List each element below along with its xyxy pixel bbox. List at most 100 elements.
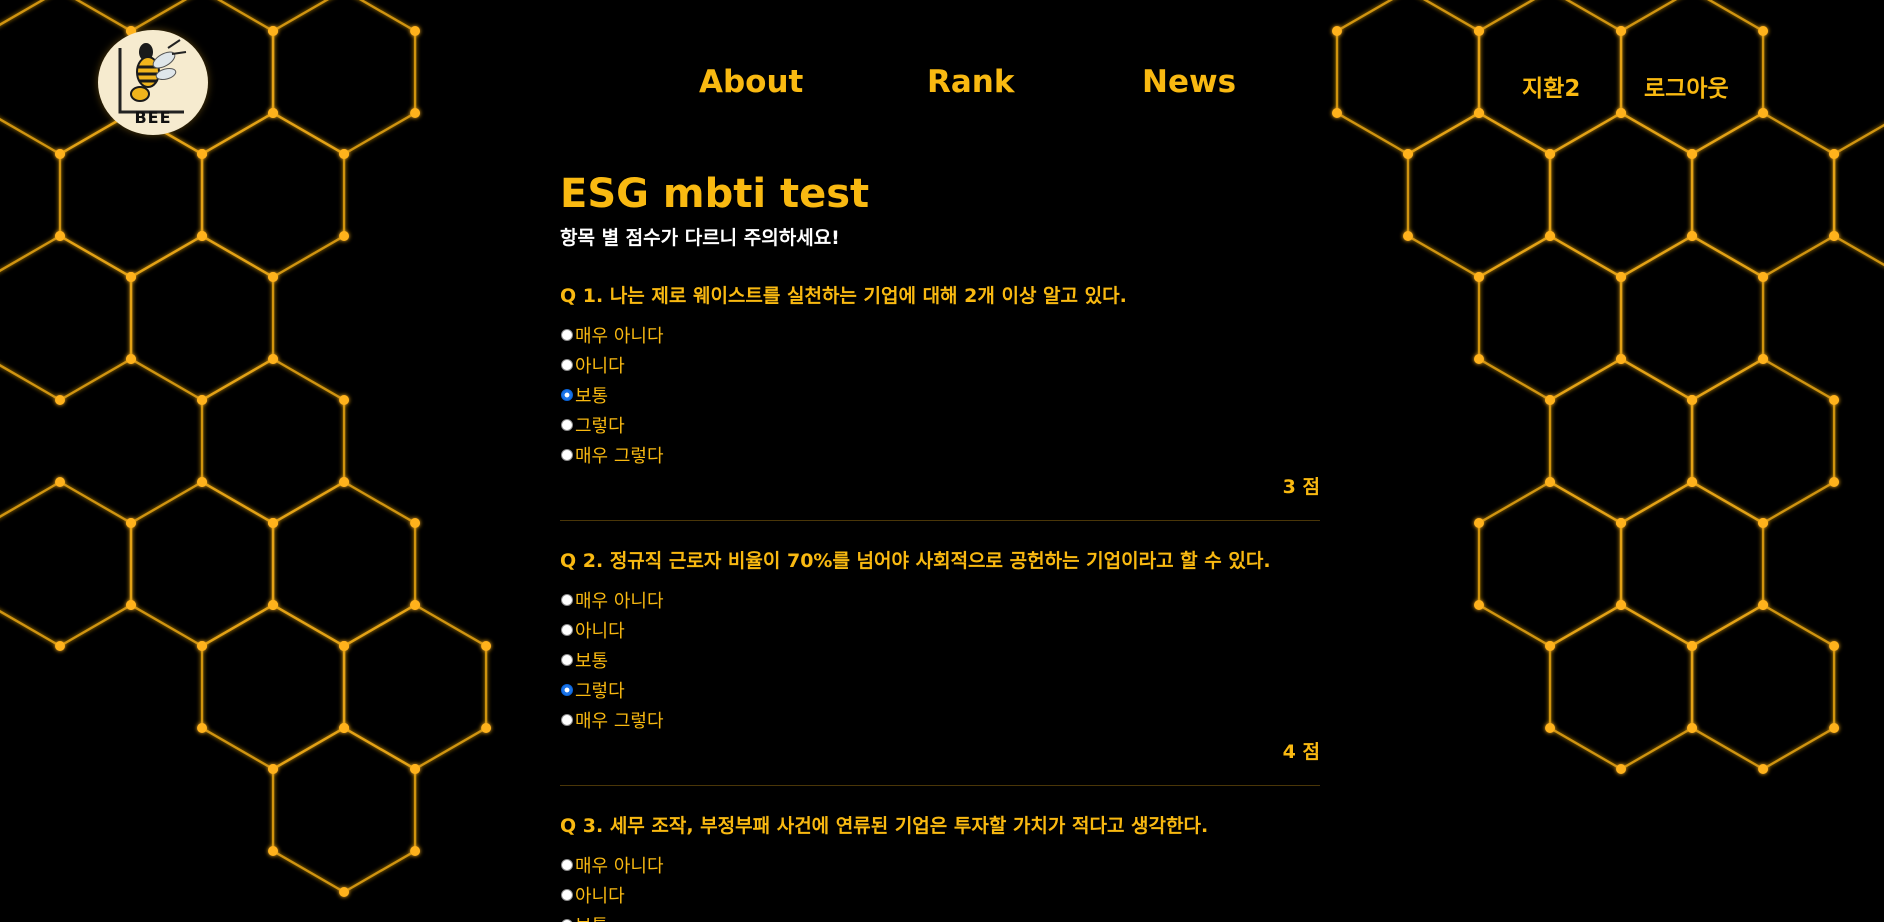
honeycomb-node (339, 477, 350, 487)
radio-button[interactable] (561, 654, 573, 666)
radio-button[interactable] (561, 449, 573, 461)
honeycomb-node (481, 723, 492, 733)
answer-option-label: 매우 아니다 (575, 591, 664, 612)
honeycomb-node (1616, 764, 1627, 774)
honeycomb-node (55, 477, 65, 487)
honeycomb-cell (1619, 234, 1765, 402)
honeycomb-node (1616, 108, 1627, 118)
honeycomb-node (268, 846, 279, 856)
honeycomb-node (1687, 477, 1698, 487)
honeycomb-cell (1477, 480, 1623, 648)
honeycomb-node (1758, 108, 1769, 118)
answer-option[interactable]: 매우 아니다 (560, 850, 1320, 880)
answer-option[interactable]: 보통 (560, 645, 1320, 675)
honeycomb-node (1616, 272, 1627, 282)
honeycomb-node (1829, 149, 1840, 159)
radio-button[interactable] (561, 889, 573, 901)
honeycomb-cell (271, 480, 417, 648)
honeycomb-node (126, 600, 137, 610)
honeycomb-node (1331, 108, 1342, 118)
honeycomb-node (410, 600, 421, 610)
nav-news-link[interactable]: News (1142, 64, 1236, 100)
honeycomb-node (1616, 26, 1627, 36)
answer-option[interactable]: 매우 그렇다 (560, 705, 1320, 735)
honeycomb-node (126, 354, 137, 364)
answer-option[interactable]: 매우 아니다 (560, 320, 1320, 350)
radio-button[interactable] (561, 359, 573, 371)
answer-option-label: 매우 아니다 (575, 856, 664, 877)
answer-option[interactable]: 아니다 (560, 880, 1320, 910)
answer-option-label: 아니다 (575, 356, 625, 377)
honeycomb-node (1758, 518, 1769, 528)
page-subtitle: 항목 별 점수가 다르니 주의하세요! (560, 227, 840, 249)
test-form: ESG mbti test 항목 별 점수가 다르니 주의하세요! Q 1. 나… (560, 166, 1320, 922)
answer-option[interactable]: 그렇다 (560, 675, 1320, 705)
honeycomb-node (1474, 354, 1485, 364)
site-logo[interactable]: BEE (98, 30, 208, 135)
honeycomb-node (268, 272, 279, 282)
honeycomb-node (1829, 477, 1840, 487)
radio-button[interactable] (561, 594, 573, 606)
nav-rank-link[interactable]: Rank (927, 64, 1014, 100)
radio-button[interactable] (561, 714, 573, 726)
user-profile-link[interactable]: 지환2 (1522, 69, 1580, 103)
answer-option-label: 매우 아니다 (575, 326, 664, 347)
honeycomb-node (1687, 149, 1698, 159)
radio-button[interactable] (561, 859, 573, 871)
honeycomb-cell (271, 726, 417, 894)
honeycomb-node (1545, 723, 1556, 733)
honeycomb-node (1331, 26, 1342, 36)
honeycomb-node (197, 149, 208, 159)
radio-button[interactable] (561, 419, 573, 431)
question-score: 3 점 (1282, 476, 1320, 498)
honeycomb-node (1474, 272, 1485, 282)
honeycomb-node (197, 723, 208, 733)
answer-option[interactable]: 매우 그렇다 (560, 440, 1320, 470)
honeycomb-cell (1548, 603, 1694, 771)
answer-option[interactable]: 매우 아니다 (560, 585, 1320, 615)
honeycomb-cell (200, 357, 346, 525)
honeycomb-node (1545, 477, 1556, 487)
honeycomb-node (1758, 272, 1769, 282)
answer-option[interactable]: 아니다 (560, 615, 1320, 645)
honeycomb-cell (200, 603, 346, 771)
honeycomb-cell (1690, 357, 1836, 525)
radio-button[interactable] (561, 329, 573, 341)
honeycomb-cell (1406, 111, 1552, 279)
honeycomb-node (1474, 26, 1485, 36)
honeycomb-node (339, 395, 350, 405)
honeycomb-node (1829, 641, 1840, 651)
honeycomb-node (1616, 518, 1627, 528)
honeycomb-cell (0, 234, 133, 402)
honeycomb-node (268, 518, 279, 528)
radio-button-checked[interactable] (561, 684, 573, 696)
radio-button-checked[interactable] (561, 389, 573, 401)
honeycomb-node (410, 26, 421, 36)
radio-button[interactable] (561, 624, 573, 636)
honeycomb-node (268, 26, 279, 36)
logout-link[interactable]: 로그아웃 (1644, 69, 1729, 103)
honeycomb-node (339, 887, 350, 897)
honeycomb-cell (1690, 603, 1836, 771)
honeycomb-cell (129, 480, 275, 648)
honeycomb-node (197, 231, 208, 241)
answer-option[interactable]: 그렇다 (560, 410, 1320, 440)
honeycomb-node (1616, 354, 1627, 364)
honeycomb-node (1829, 395, 1840, 405)
honeycomb-node (197, 641, 208, 651)
answer-option-label: 아니다 (575, 886, 625, 907)
question-block: Q 1. 나는 제로 웨이스트를 실천하는 기업에 대해 2개 이상 알고 있다… (560, 282, 1320, 521)
honeycomb-cell (1548, 111, 1694, 279)
answer-option[interactable]: 보통 (560, 910, 1320, 922)
nav-about-link[interactable]: About (699, 64, 803, 100)
honeycomb-node (1687, 641, 1698, 651)
honeycomb-node (1474, 600, 1485, 610)
answer-option[interactable]: 아니다 (560, 350, 1320, 380)
honeycomb-node (268, 108, 279, 118)
honeycomb-node (1474, 518, 1485, 528)
answer-option[interactable]: 보통 (560, 380, 1320, 410)
honeycomb-cell (271, 0, 417, 156)
honeycomb-node (268, 600, 279, 610)
honeycomb-node (1403, 231, 1413, 241)
honeycomb-node (1687, 395, 1698, 405)
